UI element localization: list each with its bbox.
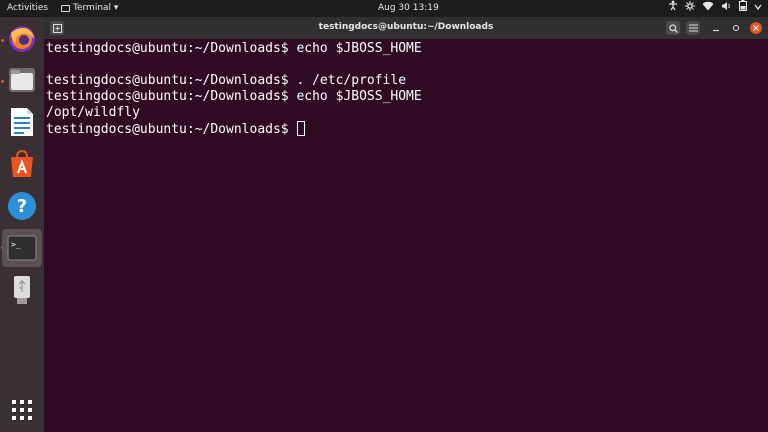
search-button[interactable]	[666, 21, 680, 35]
dock-item-software[interactable]	[4, 146, 40, 182]
terminal-line: testingdocs@ubuntu:~/Downloads$ echo $JB…	[46, 41, 422, 56]
restore-icon	[733, 25, 739, 31]
terminal-line: testingdocs@ubuntu:~/Downloads$ . /etc/p…	[46, 73, 407, 88]
terminal-cursor	[297, 121, 306, 136]
usb-drive-icon	[14, 276, 30, 304]
dock-item-usb[interactable]	[4, 272, 40, 308]
writer-icon	[11, 108, 33, 136]
firefox-icon	[9, 26, 35, 52]
maximize-button[interactable]	[730, 22, 742, 34]
svg-text:>_: >_	[11, 240, 21, 249]
top-bar: Activities Terminal ▾ Aug 30 13:19	[0, 0, 768, 17]
accessibility-icon[interactable]	[668, 0, 678, 17]
system-tray[interactable]	[668, 0, 762, 17]
terminal-icon: >_	[7, 235, 37, 261]
hamburger-icon	[688, 24, 698, 32]
dock-item-terminal[interactable]: >_	[2, 229, 42, 267]
app-grid-icon	[12, 400, 32, 420]
dock: ? >_	[0, 17, 44, 432]
wifi-icon[interactable]	[702, 1, 714, 17]
search-icon	[668, 23, 678, 33]
menu-button[interactable]	[686, 21, 700, 35]
close-icon	[753, 25, 759, 31]
activities-button[interactable]: Activities	[7, 3, 48, 13]
dock-item-app-grid[interactable]	[4, 392, 40, 428]
terminal-prompt: testingdocs@ubuntu:~/Downloads$	[46, 122, 297, 137]
terminal-prompt-line: testingdocs@ubuntu:~/Downloads$	[46, 121, 422, 137]
app-menu-label: Terminal ▾	[73, 3, 119, 13]
dock-item-firefox[interactable]	[4, 21, 40, 57]
volume-icon[interactable]	[721, 1, 732, 17]
dock-item-help[interactable]: ?	[4, 188, 40, 224]
minimize-icon	[713, 29, 719, 32]
help-icon: ?	[8, 192, 36, 220]
close-button[interactable]	[750, 22, 762, 34]
dock-item-writer[interactable]	[4, 104, 40, 140]
terminal-line: testingdocs@ubuntu:~/Downloads$ echo $JB…	[46, 89, 422, 104]
terminal-app-icon	[61, 4, 70, 12]
terminal-headerbar[interactable]: testingdocs@ubuntu:~/Downloads	[44, 17, 768, 39]
window-title: testingdocs@ubuntu:~/Downloads	[318, 22, 494, 32]
terminal-line: /opt/wildfly	[46, 105, 140, 120]
app-menu[interactable]: Terminal ▾	[61, 3, 118, 13]
svg-text:?: ?	[17, 196, 27, 217]
files-icon	[9, 68, 35, 92]
settings-icon[interactable]	[685, 0, 695, 17]
terminal-output: testingdocs@ubuntu:~/Downloads$ echo $JB…	[46, 41, 422, 137]
dock-item-files[interactable]	[4, 62, 40, 98]
software-icon	[11, 149, 33, 177]
power-menu-icon[interactable]	[754, 1, 762, 16]
battery-icon[interactable]	[739, 0, 747, 17]
terminal-view[interactable]: testingdocs@ubuntu:~/Downloads$ echo $JB…	[44, 39, 768, 432]
clock[interactable]: Aug 30 13:19	[378, 3, 439, 13]
minimize-button[interactable]	[710, 22, 722, 34]
